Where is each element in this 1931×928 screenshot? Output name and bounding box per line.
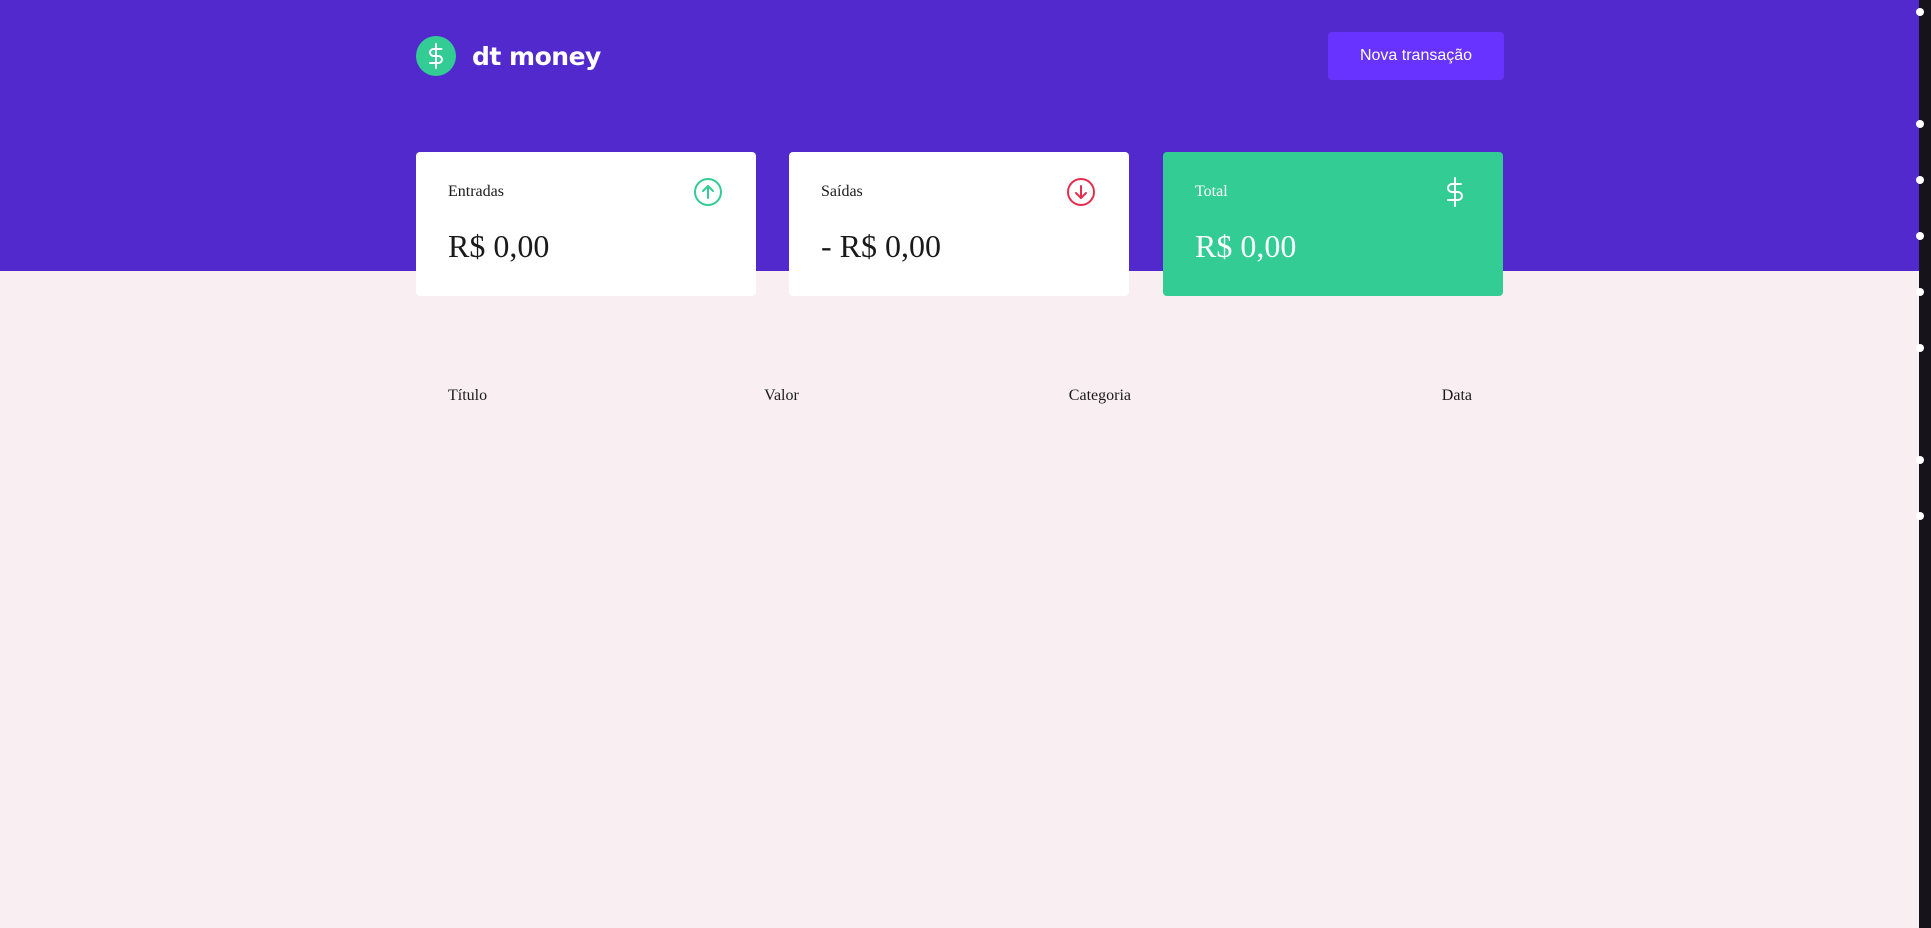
column-header-date: Data (1441, 387, 1472, 404)
income-card: Entradas R$ 0,00 (416, 152, 756, 296)
income-label: Entradas (448, 183, 504, 200)
dollar-sign-icon (1447, 177, 1463, 207)
brand-name: dt money (472, 41, 601, 71)
outcome-card: Saídas - R$ 0,00 (789, 152, 1129, 296)
total-label: Total (1195, 183, 1228, 200)
arrow-up-circle-icon (694, 178, 722, 206)
table-header-row: Título Valor Categoria Data (416, 380, 1504, 412)
edge-handle[interactable] (1916, 8, 1924, 16)
new-transaction-button[interactable]: Nova transação (1328, 32, 1504, 80)
edge-handle[interactable] (1916, 512, 1924, 520)
edge-handle[interactable] (1916, 456, 1924, 464)
logo: dt money (416, 36, 601, 76)
column-header-value: Valor (764, 387, 799, 404)
column-header-title: Título (448, 387, 488, 404)
edge-handle[interactable] (1916, 288, 1924, 296)
app-viewport: dt money Nova transação Entradas R$ 0,00… (0, 0, 1919, 928)
window-edge-strip (1919, 0, 1931, 928)
edge-handle[interactable] (1916, 176, 1924, 184)
column-header-category: Categoria (1068, 387, 1131, 404)
income-amount: R$ 0,00 (448, 228, 550, 264)
outcome-label: Saídas (821, 183, 863, 200)
edge-handle[interactable] (1916, 344, 1924, 352)
transactions-table: Título Valor Categoria Data (416, 380, 1504, 412)
outcome-amount: - R$ 0,00 (821, 228, 941, 264)
dollar-sign-icon (416, 36, 456, 76)
total-amount: R$ 0,00 (1195, 228, 1297, 264)
arrow-down-circle-icon (1067, 178, 1095, 206)
total-card: Total R$ 0,00 (1163, 152, 1503, 296)
edge-handle[interactable] (1916, 232, 1924, 240)
edge-handle[interactable] (1916, 120, 1924, 128)
